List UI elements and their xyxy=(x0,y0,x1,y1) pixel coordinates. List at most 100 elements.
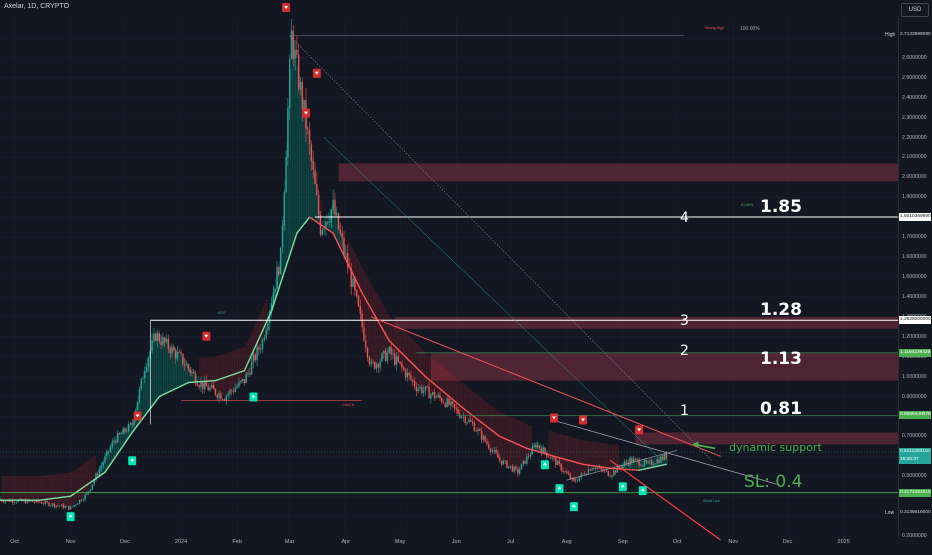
candle-body xyxy=(118,433,121,435)
trend-band-bar xyxy=(521,422,523,467)
price-tick-label: 2.4000000 xyxy=(902,94,927,101)
trend-band-bar xyxy=(153,336,156,404)
candle-body xyxy=(658,459,660,463)
price-tick-label: 2.3000000 xyxy=(902,114,927,121)
candle-body xyxy=(316,184,318,195)
candle-body xyxy=(225,396,228,401)
trend-band-bar xyxy=(39,476,42,503)
candle-body xyxy=(591,468,593,471)
candle-body xyxy=(611,475,613,477)
candle-body xyxy=(167,338,170,349)
candle-body xyxy=(446,398,448,407)
axis-tag-l1: 0.8055440078 xyxy=(899,411,931,420)
trend-band-bar xyxy=(52,474,55,505)
trend-band-bar xyxy=(582,440,585,475)
trend-band-bar xyxy=(463,384,465,417)
candle-body xyxy=(578,477,581,482)
trend-band-bar xyxy=(525,423,527,462)
trend-band-bar xyxy=(327,211,330,230)
fib-618-label: 61.80% xyxy=(741,203,754,208)
candle-body xyxy=(488,444,490,449)
candle-body xyxy=(419,387,421,389)
trend-band-bar xyxy=(7,476,9,501)
currency-button[interactable]: USD xyxy=(901,3,929,17)
candle-body xyxy=(656,459,658,464)
trend-band-bar xyxy=(231,351,234,391)
candle-body xyxy=(441,398,443,403)
trend-band-bar xyxy=(63,473,65,507)
candle-body xyxy=(508,466,510,468)
trend-band-bar xyxy=(459,381,462,414)
level-number-4: 4 xyxy=(680,210,689,227)
candle-body xyxy=(69,506,72,510)
candle-body xyxy=(428,386,430,399)
candle-body xyxy=(256,347,258,361)
trend-band-bar xyxy=(72,470,74,507)
symbol-header: Axelar, 1D, CRYPTO xyxy=(4,3,70,10)
candle-body xyxy=(372,361,374,363)
price-tick-label: 2.6000000 xyxy=(902,54,927,61)
candle-body xyxy=(392,353,394,355)
trend-band-bar xyxy=(25,476,27,502)
candle-body xyxy=(254,354,256,361)
price-chart[interactable] xyxy=(0,0,932,550)
candle-body xyxy=(220,393,222,400)
candle-body xyxy=(71,506,74,508)
candle-body xyxy=(636,459,638,461)
trend-band-bar xyxy=(374,291,377,364)
supply-zone xyxy=(338,163,898,182)
candle-body xyxy=(444,403,447,407)
candle-body xyxy=(151,340,153,351)
trend-band-bar xyxy=(572,437,574,481)
trend-band-bar xyxy=(367,278,370,351)
candle-body xyxy=(86,493,88,495)
candle-body xyxy=(53,503,56,508)
candle-body xyxy=(381,353,383,362)
candle-body xyxy=(623,462,626,466)
trend-band-bar xyxy=(568,436,570,477)
candle-body xyxy=(232,391,235,393)
axis-tag-l4: 1.8010369990 xyxy=(899,213,931,222)
trend-band-bar xyxy=(584,440,587,473)
candle-body xyxy=(489,448,492,453)
candle-body xyxy=(126,431,128,433)
supply-zone xyxy=(430,352,898,381)
trend-band-bar xyxy=(233,350,236,390)
candle-body xyxy=(238,381,240,387)
trend-band-bar xyxy=(224,353,226,397)
candle-body xyxy=(231,390,233,392)
candle-body xyxy=(486,441,488,445)
candle-body xyxy=(426,386,428,388)
trend-band-bar xyxy=(526,424,529,459)
trend-band-bar xyxy=(65,472,67,508)
weak-low-label: Weak Low xyxy=(703,498,720,503)
candle-body xyxy=(276,267,278,289)
candle-body xyxy=(562,470,564,472)
candle-body xyxy=(185,364,188,366)
candle-body xyxy=(298,54,300,90)
trend-band-bar xyxy=(492,406,494,451)
candle-body xyxy=(187,364,189,369)
candle-body xyxy=(312,160,314,170)
trend-band-bar xyxy=(586,440,589,472)
trend-band-bar xyxy=(514,418,516,470)
candle-body xyxy=(341,233,343,238)
candle-body xyxy=(654,463,657,465)
trend-band-bar xyxy=(36,476,38,502)
candle-body xyxy=(404,369,407,378)
trend-band-bar xyxy=(219,355,221,394)
trend-band-bar xyxy=(403,331,406,371)
candle-body xyxy=(451,401,454,404)
time-tick-label: May xyxy=(394,539,406,545)
trend-band-bar xyxy=(88,459,91,491)
candle-body xyxy=(549,457,552,459)
price-tick-label: 1.0000000 xyxy=(902,373,927,380)
candle-body xyxy=(321,229,323,235)
candle-body xyxy=(480,430,483,440)
trend-band-bar xyxy=(240,347,243,384)
candle-body xyxy=(652,464,655,466)
trend-band-bar xyxy=(488,404,491,446)
trend-band-bar xyxy=(592,441,594,467)
candle-body xyxy=(33,501,36,503)
candle-body xyxy=(176,351,179,359)
